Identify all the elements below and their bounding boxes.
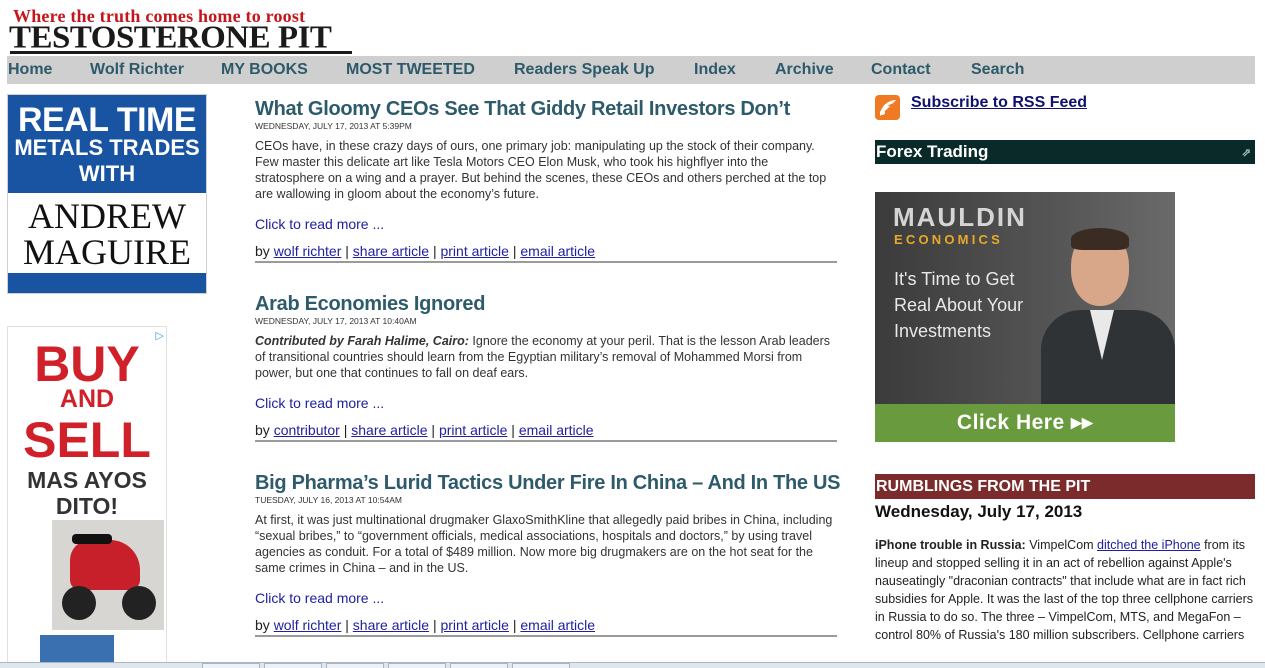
taskbar-button[interactable] xyxy=(202,663,260,668)
nav-item-search[interactable]: Search xyxy=(971,61,1024,79)
person-photo xyxy=(1035,228,1175,410)
print-article-link[interactable]: print article xyxy=(439,422,507,438)
article-byline: by wolf richter | share article | print … xyxy=(255,242,837,263)
nav-item-archive[interactable]: Archive xyxy=(775,61,834,79)
article-date: WEDNESDAY, JULY 17, 2013 AT 5:39PM xyxy=(255,121,412,131)
article-date: WEDNESDAY, JULY 17, 2013 AT 10:40AM xyxy=(255,316,417,326)
ad-line-and: AND xyxy=(59,385,115,413)
nav-item-my-books[interactable]: MY BOOKS xyxy=(221,61,308,79)
print-article-link[interactable]: print article xyxy=(440,243,508,259)
taskbar-button[interactable] xyxy=(450,663,508,668)
ad-line-maguire: MAGUIRE xyxy=(23,232,191,272)
read-more-link[interactable]: Click to read more ... xyxy=(255,394,837,412)
ditched-iphone-link[interactable]: ditched the iPhone xyxy=(1097,538,1201,552)
taskbar-button[interactable] xyxy=(326,663,384,668)
scooter-image[interactable] xyxy=(52,520,164,630)
share-article-link[interactable]: share article xyxy=(353,243,429,259)
article-date: TUESDAY, JULY 16, 2013 AT 10:54AM xyxy=(255,495,402,505)
article-lead: Contributed by Farah Halime, Cairo: xyxy=(255,334,469,348)
nav-item-home[interactable]: Home xyxy=(8,61,52,79)
forex-trading-header: Forex Trading ⇗ xyxy=(875,140,1255,164)
article-excerpt: CEOs have, in these crazy days of ours, … xyxy=(255,139,827,201)
article-excerpt: At first, it was just multinational drug… xyxy=(255,513,833,575)
read-more-link[interactable]: Click to read more ... xyxy=(255,589,837,607)
ad-blue-footer xyxy=(8,273,206,293)
author-link[interactable]: wolf richter xyxy=(274,243,342,259)
ad-line-mas-ayos: MAS AYOS xyxy=(27,467,147,493)
mauldin-brand: MAULDIN xyxy=(893,202,1027,232)
taskbar xyxy=(0,662,1265,668)
mauldin-economics-ad[interactable]: MAULDIN ECONOMICS It's Time to Get Real … xyxy=(875,192,1175,442)
external-link-icon[interactable]: ⇗ xyxy=(1242,142,1251,165)
taskbar-button[interactable] xyxy=(388,663,446,668)
ad-line-with: WITH xyxy=(78,161,136,186)
nav-item-index[interactable]: Index xyxy=(694,61,736,79)
nav-item-wolf-richter[interactable]: Wolf Richter xyxy=(90,61,184,79)
rumblings-text: iPhone trouble in Russia: VimpelCom ditc… xyxy=(875,538,1253,642)
article-1: What Gloomy CEOs See That Giddy Retail I… xyxy=(255,98,837,263)
mauldin-sub: ECONOMICS xyxy=(894,232,1003,247)
main-nav: Home Wolf Richter MY BOOKS MOST TWEETED … xyxy=(7,56,1255,84)
read-more-link[interactable]: Click to read more ... xyxy=(255,215,837,233)
forex-title: Forex Trading xyxy=(876,142,989,161)
nav-item-readers-speak-up[interactable]: Readers Speak Up xyxy=(514,61,655,79)
nav-item-most-tweeted[interactable]: MOST TWEETED xyxy=(346,61,475,79)
article-byline: by wolf richter | share article | print … xyxy=(255,616,837,637)
share-article-link[interactable]: share article xyxy=(351,422,427,438)
article-byline: by contributor | share article | print a… xyxy=(255,421,837,442)
rumblings-header: RUMBLINGS FROM THE PIT xyxy=(875,474,1255,499)
rumblings-date: Wednesday, July 17, 2013 xyxy=(875,502,1083,521)
article-title[interactable]: Arab Economies Ignored xyxy=(255,293,837,315)
article-title[interactable]: Big Pharma’s Lurid Tactics Under Fire In… xyxy=(255,472,841,494)
taskbar-button[interactable] xyxy=(512,663,570,668)
ad-line-metals-trades: METALS TRADES xyxy=(14,135,200,160)
email-article-link[interactable]: email article xyxy=(520,243,595,259)
click-here-button[interactable]: Click Here ▸▸ xyxy=(875,404,1175,442)
article-3: Big Pharma’s Lurid Tactics Under Fire In… xyxy=(255,472,841,637)
rumblings-lead: iPhone trouble in Russia: xyxy=(875,538,1026,552)
email-article-link[interactable]: email article xyxy=(519,422,594,438)
taskbar-button[interactable] xyxy=(264,663,322,668)
print-article-link[interactable]: print article xyxy=(440,617,508,633)
rss-subscribe-link[interactable]: Subscribe to RSS Feed xyxy=(911,94,1087,112)
article-2: Arab Economies Ignored WEDNESDAY, JULY 1… xyxy=(255,293,837,442)
ad-line-dito: DITO! xyxy=(55,493,119,519)
email-article-link[interactable]: email article xyxy=(520,617,595,633)
site-logo[interactable]: Where the truth comes home to roost TEST… xyxy=(8,4,353,55)
ad-line-sell: SELL xyxy=(23,412,151,468)
author-link[interactable]: contributor xyxy=(274,422,340,438)
metals-trades-ad[interactable]: REAL TIME METALS TRADES WITH ANDREW MAGU… xyxy=(7,94,207,294)
rss-subscribe: Subscribe to RSS Feed xyxy=(875,93,1255,121)
nav-item-contact[interactable]: Contact xyxy=(871,61,931,79)
mauldin-pitch: It's Time to Get Real About Your Investm… xyxy=(894,269,1024,341)
rss-icon[interactable] xyxy=(875,95,900,120)
logo-underline xyxy=(10,51,352,54)
author-link[interactable]: wolf richter xyxy=(274,617,342,633)
share-article-link[interactable]: share article xyxy=(353,617,429,633)
article-excerpt: Contributed by Farah Halime, Cairo: Igno… xyxy=(255,334,831,380)
article-title[interactable]: What Gloomy CEOs See That Giddy Retail I… xyxy=(255,98,837,120)
